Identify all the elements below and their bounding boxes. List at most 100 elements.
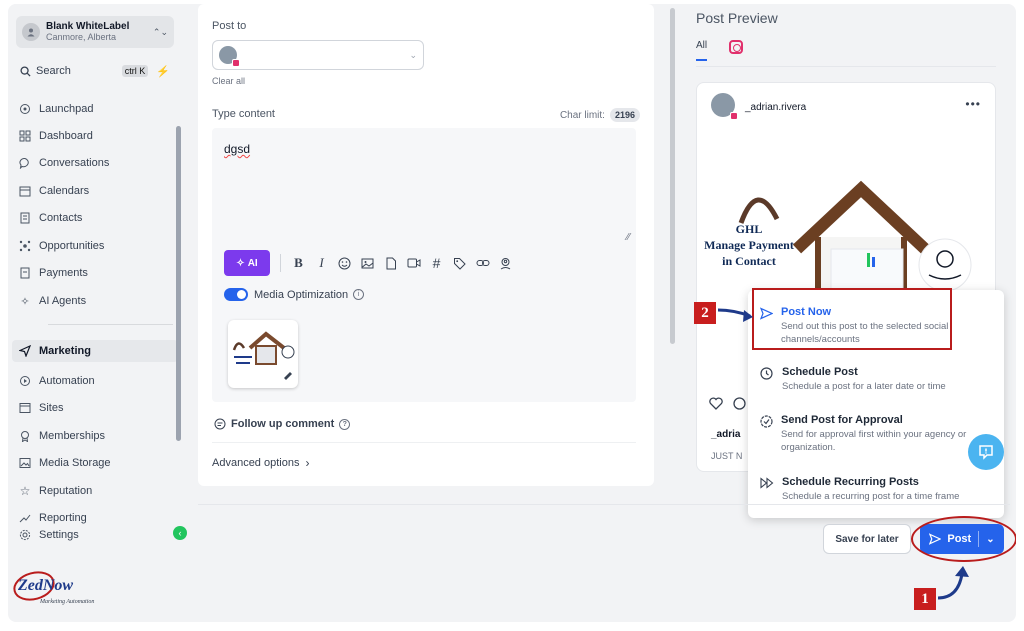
sidebar-item-label: Sites (39, 402, 64, 414)
sidebar-item-label: Conversations (39, 157, 110, 169)
account-avatar-icon (22, 23, 40, 41)
chat-widget-button[interactable] (968, 434, 1004, 470)
menu-item-title: Schedule Recurring Posts (782, 476, 919, 488)
footer-divider (198, 504, 1010, 505)
heart-icon[interactable] (709, 397, 723, 415)
sidebar-item-memberships[interactable]: Memberships (18, 425, 176, 447)
send-icon (18, 344, 32, 358)
info-icon[interactable]: i (353, 289, 365, 300)
instagram-icon (730, 112, 738, 120)
sidebar-item-settings[interactable]: Settings (18, 524, 176, 546)
sidebar-item-contacts[interactable]: Contacts (18, 207, 176, 229)
sidebar-item-label: AI Agents (39, 295, 87, 307)
sidebar-item-label: Calendars (39, 185, 90, 197)
search-icon (20, 65, 31, 77)
memberships-icon (18, 429, 32, 443)
bolt-icon[interactable]: ⚡ (156, 65, 170, 78)
sidebar-scrollbar[interactable] (176, 126, 181, 441)
preview-username: _adrian.rivera (745, 102, 807, 113)
sidebar-item-marketing[interactable]: Marketing (12, 340, 178, 362)
avatar (711, 93, 738, 120)
sidebar-item-label: Memberships (39, 430, 106, 442)
post-now-highlight (752, 288, 952, 350)
editor-scrollbar[interactable] (670, 8, 675, 344)
media-optimization-label: Media Optimization (254, 288, 349, 301)
sidebar-item-sites[interactable]: Sites (18, 397, 176, 419)
toolbar-divider (280, 254, 281, 272)
save-for-later-button[interactable]: Save for later (823, 524, 911, 554)
sidebar-item-launchpad[interactable]: Launchpad (18, 98, 176, 120)
search-bar[interactable]: Search ctrl K ⚡ (16, 60, 174, 82)
location-user-icon[interactable] (497, 254, 515, 272)
image-text-line: in Contact (722, 254, 776, 269)
instagram-icon[interactable] (729, 39, 744, 54)
collapse-sidebar-button[interactable]: ‹ (173, 526, 187, 540)
type-content-label: Type content (212, 108, 275, 120)
more-options-icon[interactable]: ••• (965, 97, 981, 111)
sidebar-item-reputation[interactable]: ☆ Reputation (18, 480, 176, 502)
sidebar-item-opportunities[interactable]: Opportunities (18, 235, 176, 257)
sidebar-item-label: Media Storage (39, 457, 111, 469)
bold-icon[interactable]: B (290, 254, 308, 272)
sidebar-item-payments[interactable]: Payments (18, 262, 176, 284)
file-icon[interactable] (382, 254, 400, 272)
sidebar-item-calendars[interactable]: Calendars (18, 180, 176, 202)
payments-icon (18, 266, 32, 280)
sidebar-item-label: Settings (39, 529, 79, 541)
emoji-icon[interactable] (336, 254, 354, 272)
menu-item-desc: Schedule a recurring post for a time fra… (782, 491, 960, 502)
sidebar-item-label: Marketing (39, 345, 91, 357)
image-caption-text: GHL Manage Payment in Contact (697, 221, 801, 270)
video-icon[interactable] (405, 254, 423, 272)
sparkle-icon: ✧ (20, 295, 30, 308)
tag-icon[interactable] (451, 254, 469, 272)
sidebar-item-label: Reputation (39, 485, 93, 497)
hashtag-icon[interactable]: # (428, 254, 446, 272)
step-1-badge: 1 (914, 588, 936, 610)
media-thumbnail[interactable] (228, 320, 298, 388)
sidebar-item-label: Launchpad (39, 103, 94, 115)
comment-icon (214, 418, 226, 430)
menu-item-schedule-post[interactable]: Schedule Post Schedule a post for a later… (760, 366, 996, 394)
content-text[interactable]: dgsd (224, 142, 250, 156)
sidebar-item-conversations[interactable]: Conversations (18, 152, 176, 174)
divider (212, 442, 636, 443)
sidebar-item-ai-agents[interactable]: ✧ AI Agents (18, 290, 176, 312)
advanced-options-toggle[interactable]: Advanced options › (212, 456, 309, 470)
menu-item-send-for-approval[interactable]: Send Post for Approval Send for approval … (760, 414, 996, 455)
post-preview-title: Post Preview (696, 10, 778, 26)
tab-all[interactable]: All (696, 40, 708, 61)
account-name: Blank WhiteLabel (46, 21, 130, 33)
post-to-select[interactable]: ⌄ (212, 40, 424, 70)
sidebar-item-dashboard[interactable]: Dashboard (18, 125, 176, 147)
thumbnail-image (232, 331, 295, 380)
arrow-icon (937, 566, 969, 600)
content-textarea[interactable]: dgsd ⁄⁄ ✧ AI B I # Media Optimization i (212, 128, 636, 402)
help-icon[interactable]: ? (339, 418, 351, 430)
sidebar-item-automation[interactable]: Automation (18, 370, 176, 392)
resize-handle-icon[interactable]: ⁄⁄ (627, 232, 630, 243)
follow-up-comment[interactable]: Follow up comment ? (214, 418, 351, 430)
link-icon[interactable] (474, 254, 492, 272)
gear-icon (18, 528, 32, 542)
tabs-divider (696, 66, 996, 67)
svg-text:ZedNow: ZedNow (17, 577, 73, 594)
italic-icon[interactable]: I (313, 254, 331, 272)
sidebar-item-media-storage[interactable]: Media Storage (18, 452, 176, 474)
account-avatar (219, 46, 240, 67)
search-label: Search (36, 65, 71, 77)
ai-button[interactable]: ✧ AI (224, 250, 270, 276)
brand-logo: ZedNow Marketing Automation (10, 568, 120, 608)
image-icon[interactable] (359, 254, 377, 272)
badge-check-icon (760, 415, 773, 429)
preview-tabs: All (696, 39, 744, 61)
chevron-right-icon: › (305, 456, 310, 470)
media-optimization-toggle[interactable] (224, 288, 248, 301)
account-location: Canmore, Alberta (46, 31, 117, 42)
sparkle-icon: ✧ (236, 257, 245, 269)
clear-all-link[interactable]: Clear all (212, 76, 245, 86)
account-switcher[interactable]: Blank WhiteLabel Canmore, Alberta ⌃⌄ (16, 16, 174, 48)
chat-icon (979, 445, 993, 460)
menu-item-schedule-recurring[interactable]: Schedule Recurring Posts Schedule a recur… (760, 476, 996, 504)
comment-icon[interactable] (733, 397, 746, 415)
